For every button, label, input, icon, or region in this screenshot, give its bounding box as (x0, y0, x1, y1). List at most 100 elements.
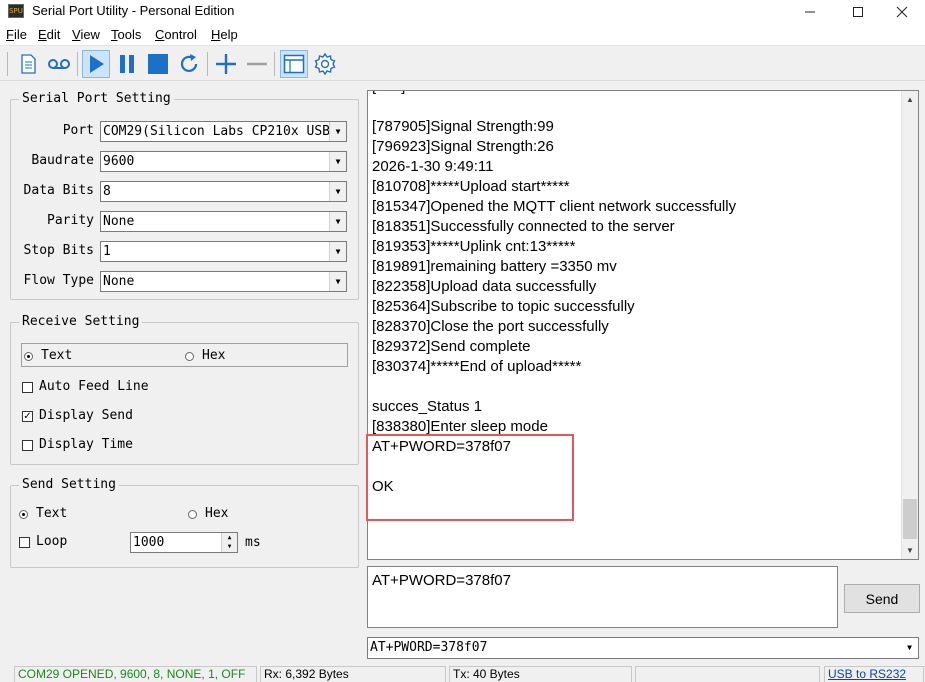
receive-text-radio[interactable]: Text (24, 348, 72, 364)
stop-bits-select[interactable]: 1 ▼ (100, 241, 347, 262)
app-logo-icon: SPU (8, 4, 24, 18)
flow-type-select[interactable]: None ▼ (100, 271, 347, 292)
receive-line: 2026-1-30 9:49:11 (372, 158, 494, 175)
data-bits-label: Data Bits (23, 183, 94, 198)
baudrate-select[interactable]: 9600 ▼ (100, 151, 347, 172)
remove-icon (247, 62, 267, 66)
minimize-button[interactable] (787, 0, 833, 24)
radio-unselected-icon (188, 509, 197, 519)
menu-tools[interactable]: Tools (111, 27, 141, 42)
toolbar-separator (274, 52, 275, 76)
new-file-icon (21, 54, 36, 74)
spin-arrows-icon[interactable]: ▲ ▼ (221, 533, 237, 552)
usb-to-rs232-link[interactable]: USB to RS232 (824, 666, 924, 682)
new-file-button[interactable] (14, 50, 42, 78)
menu-edit[interactable]: Edit (38, 27, 60, 42)
pause-button[interactable] (113, 50, 141, 78)
receive-scrollbar[interactable]: ▲ ▼ (901, 91, 918, 559)
interval-unit-label: ms (245, 535, 261, 550)
baudrate-label: Baudrate (31, 153, 94, 168)
receive-hex-radio[interactable]: Hex (185, 348, 225, 364)
menu-bar: File Edit View Tools Control Help (0, 24, 925, 46)
toolbar-separator (207, 52, 208, 76)
checkbox-unchecked-icon (22, 439, 33, 451)
refresh-button[interactable] (175, 50, 203, 78)
receive-line: [822358]Upload data successfully (372, 278, 597, 295)
radio-selected-icon (19, 509, 28, 519)
port-label: Port (62, 123, 94, 138)
chevron-down-icon: ▼ (329, 152, 346, 171)
stop-icon (148, 54, 168, 74)
port-select[interactable]: COM29(Silicon Labs CP210x USB ▼ (100, 121, 347, 142)
send-button[interactable]: Send (844, 584, 920, 613)
tx-count: Tx: 40 Bytes (449, 666, 632, 682)
maximize-button[interactable] (835, 0, 881, 24)
toolbar-separator (7, 52, 8, 76)
remove-button[interactable] (243, 50, 271, 78)
title-bar: SPU Serial Port Utility - Personal Editi… (0, 0, 925, 24)
checkbox-unchecked-icon (19, 536, 30, 548)
stop-bits-label: Stop Bits (23, 243, 94, 258)
menu-view[interactable]: View (72, 27, 100, 42)
receive-line (372, 377, 892, 397)
receive-line: [825364]Subscribe to topic successfully (372, 298, 635, 315)
loop-interval-spinbox[interactable]: 1000 ▲ ▼ (130, 532, 238, 553)
data-bits-select[interactable]: 8 ▼ (100, 181, 347, 202)
receive-line: [810708]*****Upload start***** (372, 178, 570, 195)
receive-line: [818351]Successfully connected to the se… (372, 218, 675, 235)
close-button[interactable] (879, 0, 925, 24)
receive-line: [796923]Signal Strength:26 (372, 138, 554, 155)
parity-select[interactable]: None ▼ (100, 211, 347, 232)
chevron-down-icon: ▼ (907, 643, 912, 652)
auto-feed-line-checkbox[interactable]: Auto Feed Line (22, 379, 149, 395)
window-layout-button[interactable] (280, 50, 308, 78)
send-setting-title: Send Setting (19, 477, 119, 493)
settings-button[interactable] (311, 50, 339, 78)
play-button[interactable] (82, 50, 110, 78)
maximize-icon (853, 7, 863, 17)
receive-line: [830374]*****End of upload***** (372, 358, 582, 375)
toolbar-separator (77, 52, 78, 76)
pause-icon (120, 55, 134, 73)
scroll-thumb[interactable] (903, 499, 917, 539)
receive-line: [819353]*****Uplink cnt:13***** (372, 238, 576, 255)
highlight-box (366, 434, 574, 521)
display-time-checkbox[interactable]: Display Time (22, 437, 133, 453)
radio-unselected-icon (185, 351, 194, 361)
menu-help[interactable]: Help (211, 27, 238, 42)
chevron-down-icon: ▼ (329, 212, 346, 231)
loop-checkbox[interactable]: Loop (19, 534, 67, 550)
chevron-down-icon: ▼ (329, 272, 346, 291)
add-button[interactable] (212, 50, 240, 78)
send-text-radio[interactable]: Text (19, 506, 67, 522)
send-setting-group: Send Setting (10, 477, 359, 568)
close-icon (896, 6, 908, 18)
checkbox-unchecked-icon (22, 381, 33, 393)
stop-button[interactable] (144, 50, 172, 78)
scroll-down-icon[interactable]: ▼ (902, 542, 918, 559)
send-hex-radio[interactable]: Hex (188, 506, 228, 522)
display-send-checkbox[interactable]: ✓ Display Send (22, 408, 133, 424)
record-button[interactable] (45, 50, 73, 78)
menu-file[interactable]: File (6, 27, 27, 42)
receive-line (372, 97, 892, 117)
receive-line: [-----]---------- (372, 91, 892, 97)
chevron-down-icon: ▼ (329, 242, 346, 261)
scroll-up-icon[interactable]: ▲ (902, 91, 918, 108)
gear-icon (314, 52, 336, 76)
receive-line: succes_Status 1 (372, 398, 483, 415)
status-bar: COM29 OPENED, 9600, 8, NONE, 1, OFF Rx: … (0, 664, 925, 682)
refresh-icon (180, 54, 198, 73)
checkmark-icon: ✓ (22, 410, 33, 422)
receive-line: [828370]Close the port successfully (372, 318, 609, 335)
menu-control[interactable]: Control (155, 27, 197, 42)
rx-count: Rx: 6,392 Bytes (260, 666, 446, 682)
status-empty-cell (635, 666, 820, 682)
send-history-select[interactable]: AT+PWORD=378f07 ▼ (367, 637, 919, 659)
send-input[interactable]: AT+PWORD=378f07 (367, 566, 838, 628)
record-icon (48, 59, 70, 69)
radio-selected-icon (24, 351, 33, 361)
flow-type-label: Flow Type (23, 273, 94, 288)
parity-label: Parity (47, 213, 94, 228)
serial-port-setting-title: Serial Port Setting (19, 91, 174, 107)
